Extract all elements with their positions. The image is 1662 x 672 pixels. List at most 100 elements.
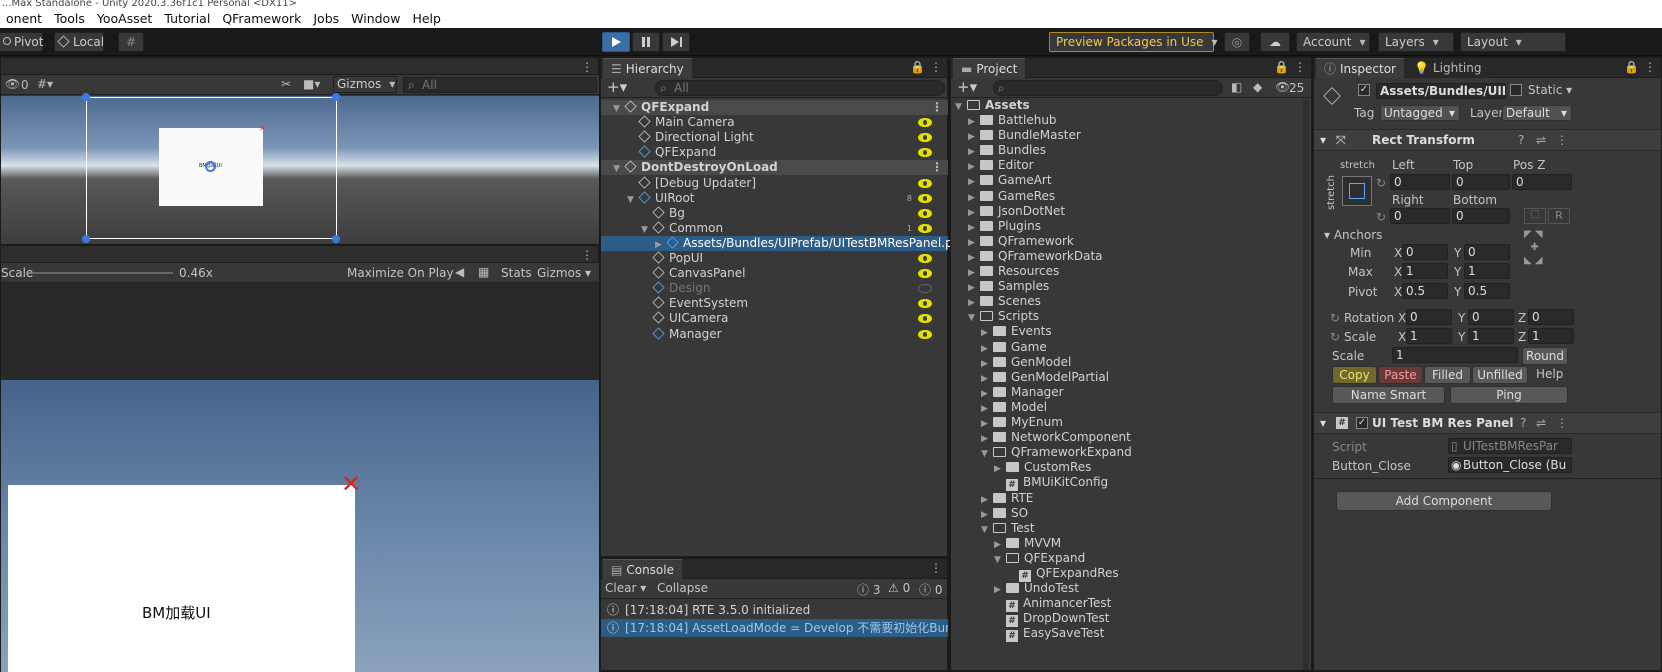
active-checkbox[interactable]: ✓ [1358,84,1370,96]
reset-icon[interactable]: ↻ [1330,311,1340,326]
tools-icon[interactable]: ✂ [281,77,291,91]
anchors-foldout[interactable]: ▾ Anchors [1324,228,1382,243]
project-folder[interactable]: ▶ Scenes [951,294,1301,309]
hierarchy-item[interactable]: UICamera [601,311,948,326]
project-folder[interactable]: ▶ CustomRes [951,460,1301,475]
account-dropdown[interactable]: Account [1296,32,1370,52]
help-icon[interactable]: ? [1518,130,1524,150]
script-asset[interactable]: # BMUiKitConfig [951,475,1301,492]
script-asset[interactable]: # DropDownTest [951,611,1301,628]
menu-item[interactable]: Help [406,11,447,26]
project-folder[interactable]: ▶ Resources [951,264,1301,279]
scale-z[interactable]: 1 [1528,328,1574,344]
help-icon[interactable]: ? [1520,413,1526,433]
rotation-z[interactable]: 0 [1528,309,1574,325]
close-button-icon[interactable]: ✕ [341,472,361,496]
raw-edit-button[interactable]: R [1548,208,1570,224]
hidden-packages-icon[interactable]: 👁 [1275,80,1290,94]
help-button[interactable]: Help [1536,367,1563,382]
project-folder[interactable]: ▶ SO [951,506,1301,521]
layout-dropdown[interactable]: Layout [1460,32,1566,52]
project-folder[interactable]: ▶ Events [951,324,1301,339]
visibility-icon[interactable]: 👁 [5,77,20,91]
project-folder[interactable]: ▶ QFrameworkData [951,249,1301,264]
project-folder[interactable]: ▶ GameArt [951,173,1301,188]
console-collapse-button[interactable]: Collapse [657,581,708,595]
lock-icon[interactable]: 🔒 [1624,60,1639,74]
hierarchy-item[interactable]: Design [601,281,948,296]
play-button[interactable] [602,32,630,52]
mute-audio-icon[interactable]: ◀ [455,265,464,279]
ping-button[interactable]: Ping [1450,386,1568,404]
hierarchy-scene-row[interactable]: ▼ DontDestroyOnLoad ⋮ [601,160,948,176]
project-folder[interactable]: ▶ Model [951,400,1301,415]
filled-button[interactable]: Filled [1424,366,1471,384]
hierarchy-item[interactable]: EventSystem [601,296,948,311]
tab-lighting[interactable]: 💡 Lighting [1406,58,1490,78]
layer-dropdown[interactable]: Default ▾ [1502,105,1572,121]
component-menu-icon[interactable]: ⋮ [1556,130,1568,150]
create-button[interactable]: +▾ [957,78,977,96]
grid-toggle-icon[interactable]: #▾ [37,77,53,91]
script-component-header[interactable]: ▾ # ✓ UI Test BM Res Panel (Scr ? ⇌ ⋮ [1314,412,1661,434]
bottom-field[interactable]: 0 [1452,208,1510,224]
layers-dropdown[interactable]: Layers [1378,32,1454,52]
scene-menu-icon[interactable]: ⋮ [931,100,943,115]
component-enabled-checkbox[interactable]: ✓ [1356,417,1368,429]
hierarchy-item[interactable]: [Debug Updater] [601,176,948,191]
filter-type-icon[interactable]: ◧ [1231,80,1242,94]
hierarchy-item[interactable]: QFExpand [601,145,948,160]
game-gizmos-dropdown[interactable]: Gizmos ▾ [537,266,591,280]
project-folder[interactable]: ▶ JsonDotNet [951,204,1301,219]
top-field[interactable]: 0 [1452,174,1510,190]
hierarchy-item[interactable]: Main Camera [601,115,948,130]
hierarchy-item[interactable]: ▶ Assets/Bundles/UIPrefab/UITestBMResPane… [601,235,953,251]
info-filter-button[interactable]: ⓘ 3 [857,581,880,598]
hierarchy-item[interactable]: PopUI [601,251,948,266]
keyboard-icon[interactable]: ▦ [478,265,489,279]
uniform-scale-field[interactable]: 1 [1392,347,1518,363]
create-button[interactable]: +▾ [607,78,627,96]
scale-y[interactable]: 1 [1468,328,1514,344]
grid-snap-button[interactable]: # [118,32,144,52]
settings-icon[interactable]: ⇌ [1536,413,1546,433]
tab-project[interactable]: ▬ Project [953,58,1026,78]
visibility-eye-icon[interactable] [918,118,932,128]
tag-dropdown[interactable]: Untagged ▾ [1380,105,1460,121]
visibility-eye-icon[interactable] [918,178,932,188]
rect-handle[interactable] [82,235,90,243]
project-folder[interactable]: ▶ MyEnum [951,415,1301,430]
static-dropdown[interactable]: Static ▾ [1528,83,1572,98]
scene-viewport[interactable]: ✕ BM加载UI [1,93,599,244]
menu-item[interactable]: QFramework [216,11,307,26]
scale-x[interactable]: 1 [1406,328,1452,344]
script-asset[interactable]: # QFExpandRes [951,566,1301,582]
filter-label-icon[interactable]: ◆ [1253,80,1262,94]
visibility-eye-icon[interactable] [918,148,932,158]
hierarchy-item[interactable]: Bg [601,206,948,221]
hierarchy-menu-icon[interactable]: ⋮ [930,60,942,74]
menu-item[interactable]: Jobs [307,11,345,26]
log-entry[interactable]: ⓘ [17:18:04] RTE 3.5.0 initialized [601,601,948,619]
hierarchy-item[interactable]: ▼ Common 1 [601,221,948,236]
project-folder[interactable]: ▶ GenModel [951,355,1301,370]
scene-menu-icon[interactable]: ⋮ [581,60,593,74]
visibility-eye-icon[interactable] [918,329,932,339]
project-root-folder[interactable]: ▼ Assets [951,98,1301,113]
pivot-x[interactable]: 0.5 [1402,283,1448,299]
menu-item[interactable]: Tutorial [158,11,216,26]
project-folder[interactable]: ▶ Manager [951,385,1301,400]
project-folder[interactable]: ▶ GenModelPartial [951,370,1301,385]
scene-search-input[interactable]: ⌕ All [403,77,597,93]
script-asset[interactable]: # AnimancerTest [951,596,1301,613]
pivot-y[interactable]: 0.5 [1464,283,1510,299]
project-folder[interactable]: ▶ Samples [951,279,1301,294]
collab-button[interactable]: ◎ [1224,32,1250,52]
visibility-eye-icon[interactable] [918,133,932,143]
tab-hierarchy[interactable]: ☰ Hierarchy [603,58,692,78]
hierarchy-item[interactable]: CanvasPanel [601,266,948,281]
rect-transform-header[interactable]: ▾ ⤧ Rect Transform ? ⇌ ⋮ [1314,129,1661,151]
pause-button[interactable] [632,32,660,52]
inspector-menu-icon[interactable]: ⋮ [1644,60,1656,74]
visibility-eye-icon[interactable] [918,254,932,263]
